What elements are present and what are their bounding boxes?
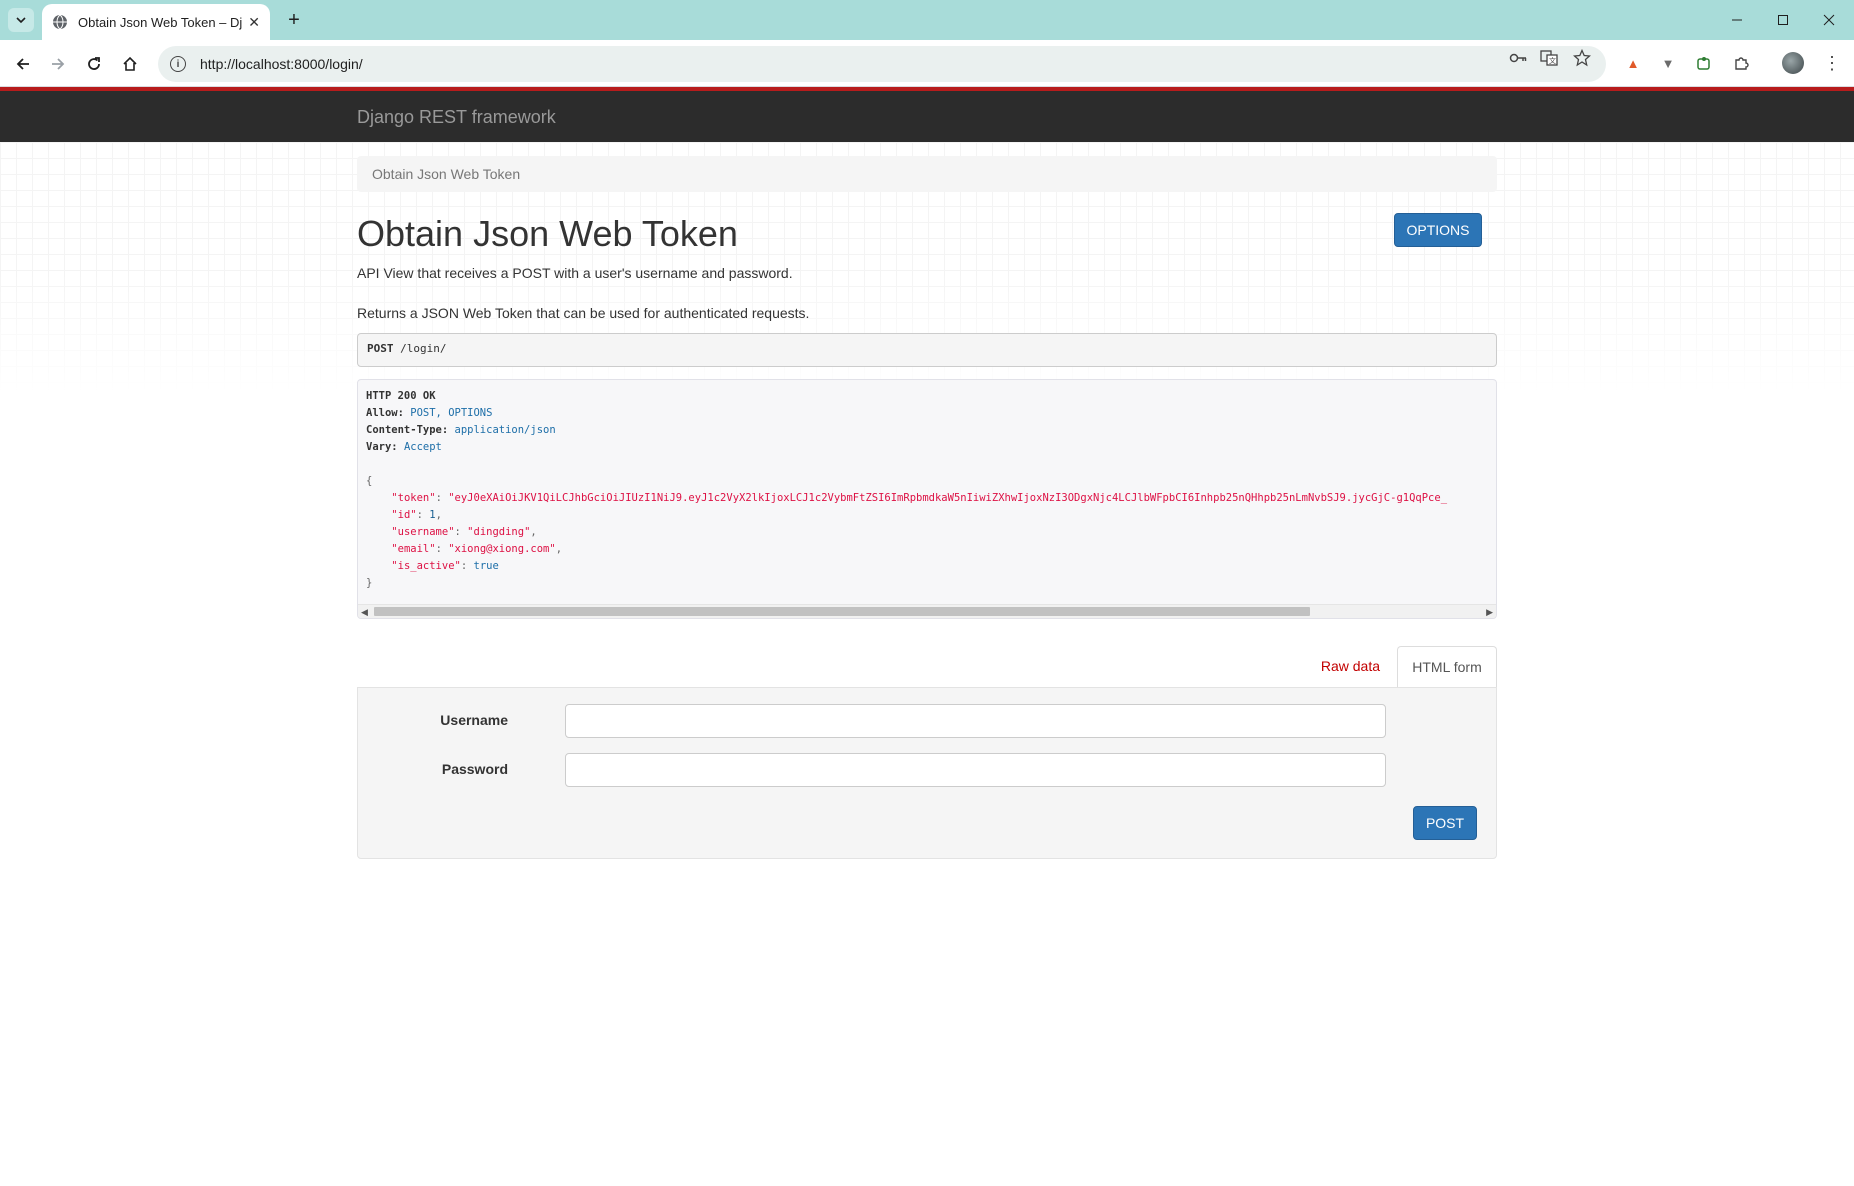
username-input[interactable] <box>565 704 1386 738</box>
tab-html-form[interactable]: HTML form <box>1397 646 1497 688</box>
arrow-right-icon <box>52 58 65 70</box>
globe-icon <box>53 14 67 30</box>
close-icon <box>1823 14 1835 26</box>
reload-button[interactable] <box>81 51 107 77</box>
tab-title: Obtain Json Web Token – Dja <box>78 14 243 30</box>
response-body: HTTP 200 OK Allow: POST, OPTIONS Content… <box>366 390 1448 589</box>
post-submit-button[interactable]: POST <box>1413 806 1477 840</box>
json-key-id: "id" <box>391 509 417 521</box>
horizontal-scrollbar[interactable]: ◀ ▶ <box>358 604 1496 618</box>
header-allow-label: Allow: <box>366 407 404 419</box>
header-content-type-value: application/json <box>454 424 556 436</box>
tab-raw-data[interactable]: Raw data <box>1321 658 1380 674</box>
json-key-email: "email" <box>391 543 436 555</box>
breadcrumb-current[interactable]: Obtain Json Web Token <box>372 166 520 182</box>
arrow-left-icon <box>16 58 29 70</box>
extension-puzzle-green-icon[interactable] <box>1694 53 1714 73</box>
close-tab-icon[interactable]: ✕ <box>248 14 260 31</box>
reload-icon <box>88 57 100 70</box>
extensions-puzzle-icon <box>1735 57 1749 70</box>
bookmark-star-icon[interactable] <box>1573 49 1591 67</box>
json-key-is-active: "is_active" <box>391 560 461 572</box>
json-value-username: "dingding" <box>467 526 531 538</box>
home-icon <box>123 56 137 71</box>
view-description-1: API View that receives a POST with a use… <box>357 265 793 281</box>
request-info: POST /login/ <box>357 333 1497 367</box>
json-value-token: "eyJ0eXAiOiJKV1QiLCJhbGciOiJIUzI1NiJ9.ey… <box>448 492 1448 504</box>
post-form: Username Password POST <box>357 687 1497 859</box>
header-vary-label: Vary: <box>366 441 398 453</box>
password-input[interactable] <box>565 753 1386 787</box>
browser-tabbar: Obtain Json Web Token – Dja ✕ + <box>0 0 1854 40</box>
extension-red-icon[interactable]: ▲ <box>1623 53 1643 73</box>
kebab-menu-icon[interactable]: ⋮ <box>1822 53 1842 73</box>
browser-toolbar: i http://localhost:8000/login/ 文 ▲ ▼ ⋮ <box>0 40 1854 87</box>
scrollbar-thumb[interactable] <box>374 607 1310 616</box>
forward-button[interactable] <box>45 51 71 77</box>
home-button[interactable] <box>117 51 143 77</box>
extension-v-icon[interactable]: ▼ <box>1658 53 1678 73</box>
json-value-email: "xiong@xiong.com" <box>448 543 556 555</box>
minimize-icon <box>1732 19 1742 21</box>
options-button[interactable]: OPTIONS <box>1394 213 1482 247</box>
header-content-type-label: Content-Type: <box>366 424 449 436</box>
maximize-button[interactable] <box>1760 0 1806 40</box>
page-title: Obtain Json Web Token <box>357 213 738 254</box>
maximize-icon <box>1778 15 1788 25</box>
url-text[interactable]: http://localhost:8000/login/ <box>200 56 363 72</box>
header-vary-value: Accept <box>403 441 442 453</box>
json-key-token: "token" <box>391 492 436 504</box>
breadcrumb: Obtain Json Web Token <box>357 156 1497 192</box>
request-method: POST <box>367 342 394 355</box>
key-icon <box>1509 53 1527 63</box>
password-key-icon[interactable] <box>1509 49 1527 67</box>
close-window-button[interactable] <box>1806 0 1852 40</box>
navbar-brand[interactable]: Django REST framework <box>357 107 556 128</box>
request-path: /login/ <box>400 342 447 355</box>
minimize-button[interactable] <box>1714 0 1760 40</box>
drf-navbar: Django REST framework <box>0 91 1854 142</box>
json-value-is-active: true <box>473 560 499 572</box>
response-status: HTTP 200 OK <box>366 390 436 402</box>
address-bar[interactable]: i http://localhost:8000/login/ <box>158 46 1606 82</box>
extensions-menu-icon[interactable] <box>1731 53 1751 73</box>
header-allow-value: POST, OPTIONS <box>410 407 493 419</box>
view-description-2: Returns a JSON Web Token that can be use… <box>357 305 810 321</box>
response-info: HTTP 200 OK Allow: POST, OPTIONS Content… <box>357 379 1497 619</box>
new-tab-button[interactable]: + <box>282 8 306 32</box>
password-label: Password <box>441 761 508 777</box>
translate-icon-svg: 文 <box>1540 50 1558 66</box>
json-key-username: "username" <box>391 526 455 538</box>
json-close-brace: } <box>366 577 373 589</box>
json-open-brace: { <box>366 475 373 487</box>
scroll-right-icon[interactable]: ▶ <box>1486 607 1493 618</box>
profile-avatar[interactable] <box>1782 52 1804 74</box>
browser-tab-active[interactable]: Obtain Json Web Token – Dja ✕ <box>42 4 270 40</box>
puzzle-icon <box>1697 57 1710 70</box>
tab-search-button[interactable] <box>8 8 34 32</box>
content-tabs: Raw data HTML form <box>357 646 1497 688</box>
back-button[interactable] <box>10 51 36 77</box>
star-icon <box>1573 49 1591 67</box>
chevron-down-icon <box>16 17 26 24</box>
site-info-icon[interactable]: i <box>170 56 186 72</box>
translate-icon[interactable]: 文 <box>1540 49 1558 67</box>
svg-text:文: 文 <box>1549 56 1556 65</box>
scroll-left-icon[interactable]: ◀ <box>361 607 368 618</box>
username-label: Username <box>440 712 508 728</box>
